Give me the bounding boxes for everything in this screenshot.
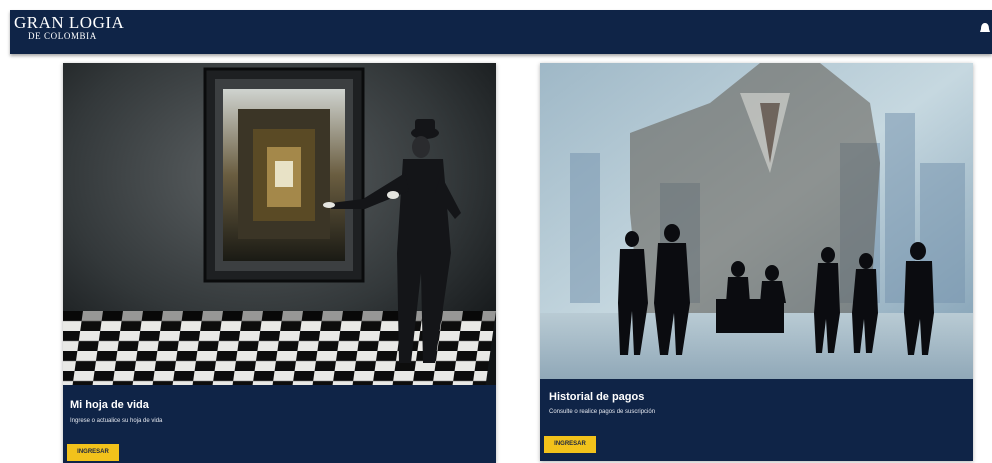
brand-title: GRAN LOGIA [14,13,125,32]
notification-icon[interactable] [980,22,990,36]
card-title: Mi hoja de vida [70,399,149,411]
card-description: Ingrese o actualice su hoja de vida [70,418,163,424]
card-description: Consulte o realice pagos de suscripción [549,409,656,415]
card-title: Historial de pagos [549,391,645,403]
card-historial-de-pagos: Historial de pagos Consulte o realice pa… [540,63,973,461]
card-image-magician [63,63,496,385]
brand-logo[interactable]: GRAN LOGIA DE COLOMBIA [14,14,124,41]
top-navbar: GRAN LOGIA DE COLOMBIA [10,10,992,54]
ingresar-button-hoja-de-vida[interactable]: INGRESAR [67,444,119,461]
card-image-business [540,63,973,379]
ingresar-button-historial-de-pagos[interactable]: INGRESAR [544,436,596,453]
brand-subtitle: DE COLOMBIA [28,31,97,41]
card-hoja-de-vida: Mi hoja de vida Ingrese o actualice su h… [63,63,496,463]
